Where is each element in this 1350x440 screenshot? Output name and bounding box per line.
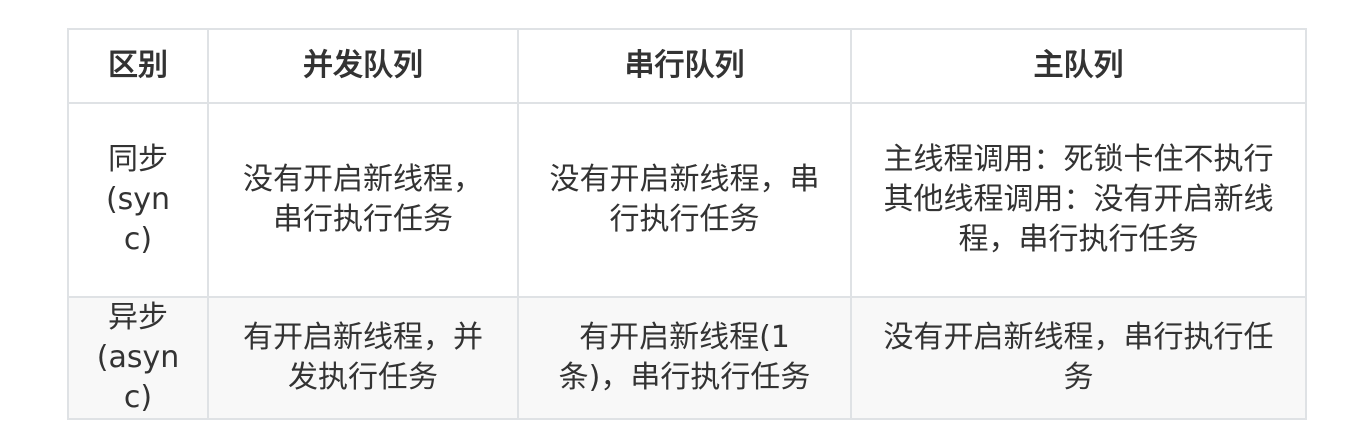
row-label-sync-name: 同步: [108, 142, 168, 177]
table-body: 同步 (sync) 没有开启新线程，串行执行任务 没有开启新线程，串行执行任务 …: [67, 102, 1307, 420]
row-label-sync-code: (sync): [105, 182, 171, 257]
header-row: 区别 并发队列 串行队列 主队列: [67, 28, 1307, 104]
header-main-queue: 主队列: [850, 28, 1307, 104]
table-header: 区别 并发队列 串行队列 主队列: [67, 28, 1307, 104]
row-label-sync: 同步 (sync): [67, 102, 209, 298]
cell-sync-concurrent: 没有开启新线程，串行执行任务: [207, 102, 519, 298]
header-difference: 区别: [67, 28, 209, 104]
cell-sync-main-thread: 主线程调用：死锁卡住不执行: [883, 142, 1274, 177]
comparison-table: 区别 并发队列 串行队列 主队列 同步 (sync) 没有开启新线程，串行执行任…: [67, 28, 1307, 420]
row-label-async-name: 异步: [108, 300, 168, 335]
row-label-async: 异步 (async): [67, 296, 209, 420]
cell-sync-serial: 没有开启新线程，串行执行任务: [517, 102, 852, 298]
table-row-sync: 同步 (sync) 没有开启新线程，串行执行任务 没有开启新线程，串行执行任务 …: [67, 102, 1307, 298]
row-label-async-code: (async): [96, 340, 180, 415]
cell-async-main: 没有开启新线程，串行执行任务: [850, 296, 1307, 420]
header-serial-queue: 串行队列: [517, 28, 852, 104]
cell-async-concurrent: 有开启新线程，并发执行任务: [207, 296, 519, 420]
header-concurrent-queue: 并发队列: [207, 28, 519, 104]
cell-sync-main: 主线程调用：死锁卡住不执行 其他线程调用：没有开启新线程，串行执行任务: [850, 102, 1307, 298]
cell-sync-other-thread: 其他线程调用：没有开启新线程，串行执行任务: [883, 182, 1274, 257]
table-row-async: 异步 (async) 有开启新线程，并发执行任务 有开启新线程(1条)，串行执行…: [67, 296, 1307, 420]
cell-async-serial: 有开启新线程(1条)，串行执行任务: [517, 296, 852, 420]
